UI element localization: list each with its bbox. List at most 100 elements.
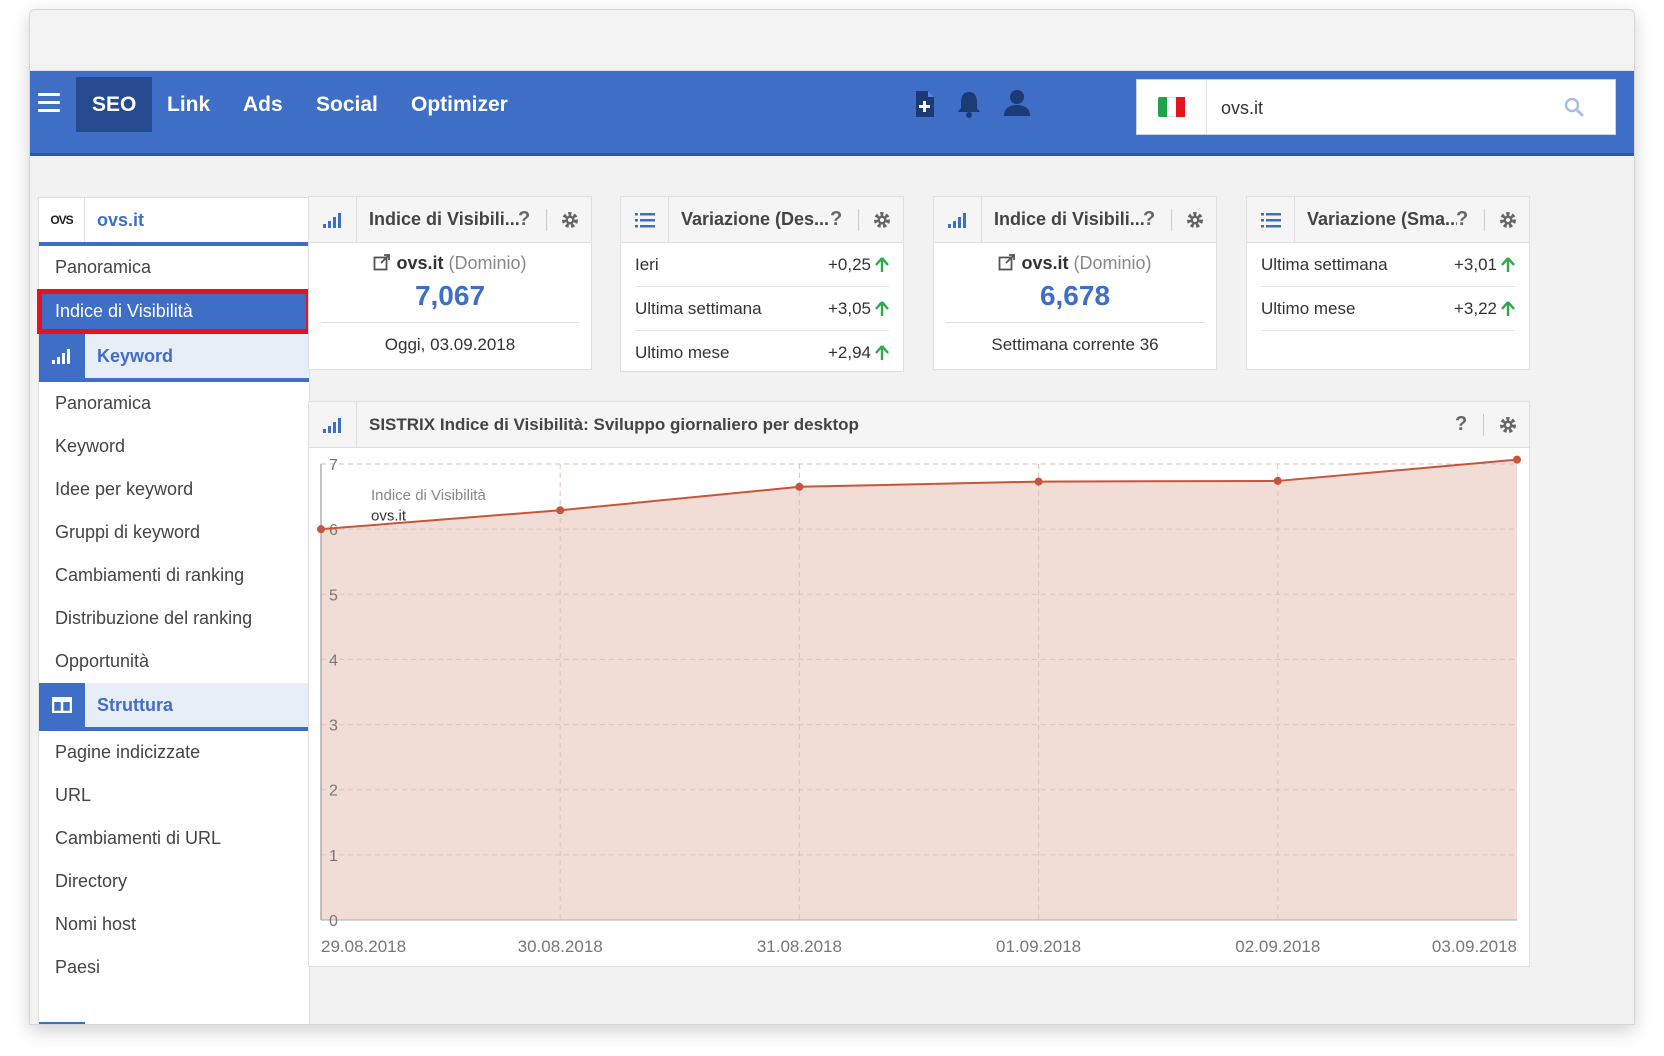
chart-x-tick-label: 29.08.2018 (321, 937, 406, 956)
kpi-domain: ovs.it (Dominio) (934, 253, 1216, 274)
divider (321, 322, 579, 323)
sidebar-item-gruppi-keyword[interactable]: Gruppi di keyword (39, 511, 309, 554)
country-selector[interactable] (1137, 80, 1207, 134)
change-value: +0,25 (827, 254, 871, 274)
change-value: +2,94 (827, 343, 871, 362)
change-label: Ultimo mese (635, 343, 730, 362)
chart-title: SISTRIX Indice di Visibilità: Sviluppo g… (369, 414, 859, 434)
user-icon[interactable] (1000, 85, 1034, 121)
arrow-up-icon (1501, 300, 1515, 316)
browser-window: SEO Link Ads Social Optimizer ovs.it OVS… (29, 9, 1635, 1025)
box-header: SISTRIX Indice di Visibilità: Sviluppo g… (309, 402, 1529, 448)
search-input[interactable] (1221, 94, 1551, 122)
sidebar-section-keyword[interactable]: Keyword (39, 334, 309, 382)
chart-data-point (795, 482, 804, 491)
gear-icon[interactable] (1497, 414, 1519, 436)
gear-icon[interactable] (1184, 209, 1206, 231)
external-link-icon[interactable] (373, 253, 391, 271)
chart-y-tick-label: 0 (329, 913, 338, 930)
change-value: +3,22 (1453, 298, 1497, 318)
box-title: Indice di Visibili... (369, 209, 519, 229)
top-navbar: SEO Link Ads Social Optimizer (30, 71, 1634, 156)
kpi-domain: ovs.it (Dominio) (309, 253, 591, 274)
list-icon (621, 197, 669, 242)
kpi-domain-name[interactable]: ovs.it (1021, 253, 1068, 273)
box-header: Variazione (Des... ? (621, 197, 903, 243)
divider (1484, 209, 1485, 231)
gear-icon[interactable] (559, 209, 581, 231)
change-row: Ultimo mese +3,22 (1261, 287, 1515, 331)
box-header: Indice di Visibili... ? (934, 197, 1216, 243)
sidebar-item-keyword[interactable]: Keyword (39, 425, 309, 468)
divider (1171, 209, 1172, 231)
sidebar-item-opportunita[interactable]: Opportunità (39, 640, 309, 683)
kpi-footer: Settimana corrente 36 (991, 335, 1159, 354)
sidebar-item-pagine-indicizzate[interactable]: Pagine indicizzate (39, 731, 309, 774)
sidebar-item-nomi-host[interactable]: Nomi host (39, 903, 309, 946)
change-row: Ieri +0,25 (635, 243, 889, 287)
sidebar-section-struttura[interactable]: Struttura (39, 683, 309, 731)
help-icon[interactable]: ? (518, 208, 530, 231)
change-smartphone-box: Variazione (Sma... ? Ultima settimana +3… (1246, 196, 1530, 370)
nav-link[interactable]: Link (151, 77, 226, 132)
sidebar-item-cambiamenti-url[interactable]: Cambiamenti di URL (39, 817, 309, 860)
chart-data-point (1273, 476, 1282, 485)
nav-ads[interactable]: Ads (227, 77, 299, 132)
kpi-domain-name[interactable]: ovs.it (396, 253, 443, 273)
box-header: Variazione (Sma... ? (1247, 197, 1529, 243)
gear-icon[interactable] (871, 209, 893, 231)
help-icon[interactable]: ? (1456, 208, 1468, 231)
chart-data-point (1513, 455, 1521, 464)
list-icon (1247, 197, 1295, 242)
menu-icon[interactable] (38, 93, 60, 113)
chart-data-point (556, 506, 565, 515)
kpi-domain-type: (Dominio) (448, 253, 527, 273)
chart-y-tick-label: 3 (329, 718, 338, 735)
chart-y-tick-label: 6 (329, 522, 338, 539)
help-icon[interactable]: ? (830, 208, 842, 231)
chart-y-tick-label: 1 (329, 848, 338, 865)
sidebar-item-directory[interactable]: Directory (39, 860, 309, 903)
divider (858, 209, 859, 231)
arrow-up-icon (1501, 256, 1515, 272)
bell-icon[interactable] (954, 85, 984, 121)
change-label: Ieri (635, 254, 659, 274)
sidebar-section-label: Struttura (97, 694, 173, 715)
chart-data-point (317, 525, 325, 534)
sidebar-domain[interactable]: OVS ovs.it (39, 198, 309, 246)
sidebar-item-kw-panoramica[interactable]: Panoramica (39, 382, 309, 425)
chart-y-tick-label: 5 (329, 587, 338, 604)
box-title: Variazione (Sma... (1307, 209, 1457, 229)
gear-icon[interactable] (1497, 209, 1519, 231)
external-link-icon[interactable] (998, 253, 1016, 271)
help-icon[interactable]: ? (1455, 413, 1467, 436)
help-icon[interactable]: ? (1143, 208, 1155, 231)
search-icon[interactable] (1563, 96, 1585, 118)
domain-logo: OVS (39, 198, 85, 242)
sidebar-item-paesi[interactable]: Paesi (39, 946, 309, 989)
window-top-strip (30, 10, 1634, 71)
kpi-domain-type: (Dominio) (1073, 253, 1152, 273)
chart-y-tick-label: 7 (329, 457, 338, 474)
chart-x-tick-label: 30.08.2018 (518, 937, 603, 956)
add-document-icon[interactable] (910, 85, 940, 121)
nav-social[interactable]: Social (300, 77, 394, 132)
visibility-chart-box: SISTRIX Indice di Visibilità: Sviluppo g… (308, 401, 1530, 967)
sidebar-item-idee-keyword[interactable]: Idee per keyword (39, 468, 309, 511)
sidebar-item-indice-visibilita[interactable]: Indice di Visibilità (37, 289, 311, 334)
change-label: Ultimo mese (1261, 298, 1356, 318)
sidebar-section-label: Keyword (97, 345, 174, 366)
sidebar-item-cambiamenti-ranking[interactable]: Cambiamenti di ranking (39, 554, 309, 597)
sidebar-item-url[interactable]: URL (39, 774, 309, 817)
change-label: Ultima settimana (635, 298, 762, 318)
nav-optimizer[interactable]: Optimizer (395, 77, 524, 132)
columns-icon (39, 683, 85, 727)
sidebar-item-distribuzione-ranking[interactable]: Distribuzione del ranking (39, 597, 309, 640)
sidebar-item-panoramica[interactable]: Panoramica (39, 246, 309, 289)
nav-seo[interactable]: SEO (76, 77, 153, 132)
change-row: Ultima settimana +3,01 (1261, 243, 1515, 287)
domain-search-box (1136, 79, 1616, 135)
change-desktop-box: Variazione (Des... ? Ieri +0,25 Ultima s… (620, 196, 904, 372)
box-header: Indice di Visibili... ? (309, 197, 591, 243)
change-label: Ultima settimana (1261, 254, 1388, 274)
